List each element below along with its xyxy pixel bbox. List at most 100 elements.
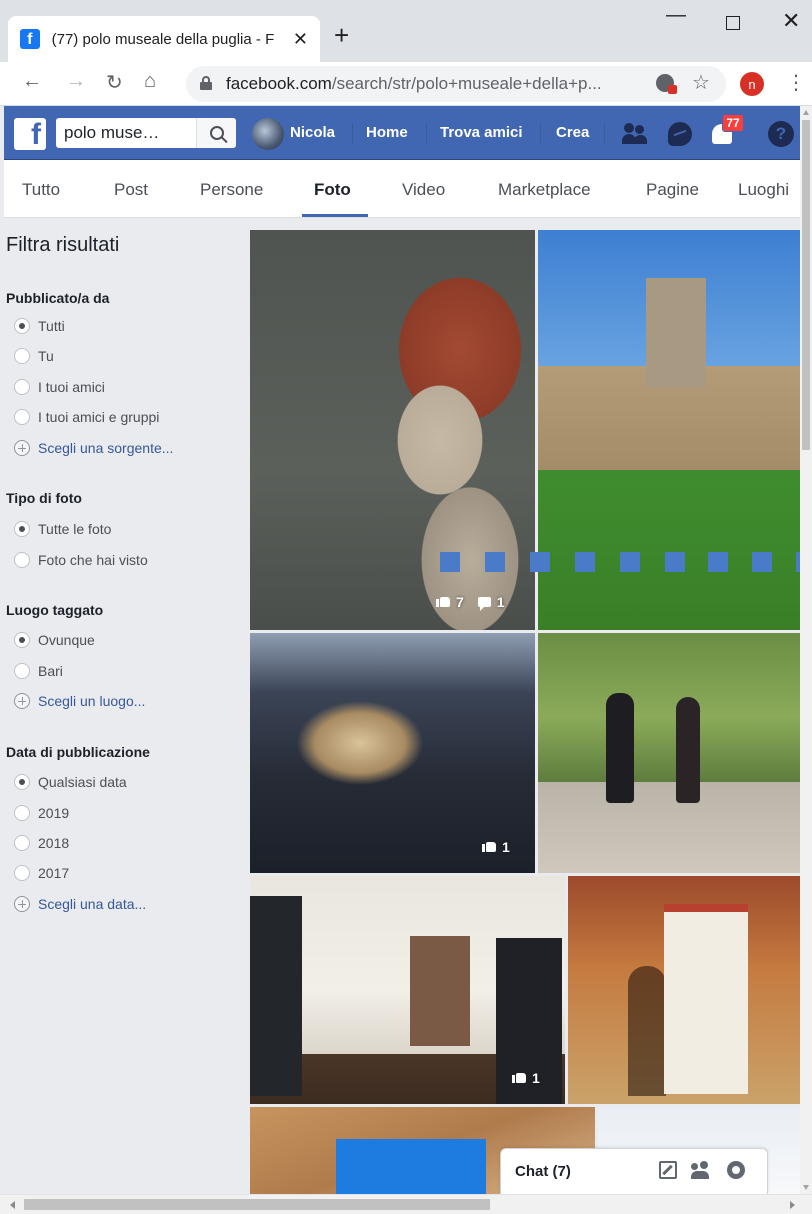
tab-persone[interactable]: Persone bbox=[200, 180, 263, 200]
filter-option-friends[interactable]: I tuoi amici bbox=[14, 379, 105, 395]
home-link[interactable]: Home bbox=[366, 124, 408, 141]
cyclist-shape bbox=[676, 697, 700, 803]
loader-dot bbox=[620, 552, 640, 572]
close-window-icon[interactable]: ✕ bbox=[782, 8, 800, 34]
photo-castle-dusk[interactable]: 1 bbox=[250, 633, 535, 873]
find-friends-link[interactable]: Trova amici bbox=[440, 124, 523, 141]
choose-source-link[interactable]: Scegli una sorgente... bbox=[14, 440, 173, 456]
new-group-icon[interactable] bbox=[691, 1161, 709, 1179]
back-arrow-icon[interactable]: ← bbox=[22, 70, 42, 93]
chat-bar[interactable]: Chat (7) bbox=[500, 1148, 768, 1194]
photo-shrine-vases[interactable] bbox=[568, 876, 800, 1104]
browser-tab[interactable]: f (77) polo museale della puglia - F ✕ bbox=[8, 16, 320, 62]
tab-marketplace[interactable]: Marketplace bbox=[498, 180, 591, 200]
home-icon[interactable]: ⌂ bbox=[144, 70, 156, 93]
likes-count: 1 bbox=[502, 839, 510, 855]
photo-comments: 1 bbox=[477, 594, 505, 611]
loader-dot bbox=[665, 552, 685, 572]
tab-video[interactable]: Video bbox=[402, 180, 445, 200]
filter-option-bari[interactable]: Bari bbox=[14, 663, 63, 679]
create-link[interactable]: Crea bbox=[556, 124, 589, 141]
tab-luoghi[interactable]: Luoghi bbox=[738, 180, 789, 200]
filter-option-all-photos[interactable]: Tutte le foto bbox=[14, 521, 111, 537]
filter-option-you[interactable]: Tu bbox=[14, 348, 54, 364]
filter-option-friends-groups[interactable]: I tuoi amici e gruppi bbox=[14, 409, 159, 425]
filter-option-all[interactable]: Tutti bbox=[14, 318, 65, 334]
compose-message-icon[interactable] bbox=[659, 1161, 677, 1179]
profile-avatar[interactable]: n bbox=[740, 72, 764, 96]
profile-link[interactable]: Nicola bbox=[290, 124, 335, 141]
filter-option-seen-photos[interactable]: Foto che hai visto bbox=[14, 552, 148, 568]
forward-arrow-icon[interactable]: → bbox=[66, 70, 86, 93]
search-result-tabs: Tutto Post Persone Foto Video Marketplac… bbox=[4, 160, 800, 218]
chat-label[interactable]: Chat (7) bbox=[515, 1163, 571, 1180]
loader-dot bbox=[440, 552, 460, 572]
link-label: Scegli una sorgente... bbox=[38, 440, 174, 456]
maximize-icon[interactable] bbox=[726, 16, 740, 30]
lock-icon[interactable] bbox=[200, 76, 212, 90]
url-text[interactable]: facebook.com/search/str/polo+museale+del… bbox=[226, 74, 646, 94]
likes-count: 7 bbox=[456, 594, 464, 610]
nav-separator bbox=[604, 123, 605, 145]
vertical-scrollbar[interactable] bbox=[800, 106, 812, 1194]
photo-stats: 1 bbox=[482, 839, 510, 855]
choose-date-link[interactable]: Scegli una data... bbox=[14, 896, 146, 912]
messenger-icon[interactable] bbox=[668, 122, 692, 146]
radio-icon bbox=[14, 835, 30, 851]
horizontal-scroll-thumb[interactable] bbox=[24, 1199, 490, 1210]
notifications-badge[interactable]: 77 bbox=[722, 114, 744, 132]
scroll-right-arrow-icon[interactable] bbox=[790, 1201, 795, 1209]
tab-pagine[interactable]: Pagine bbox=[646, 180, 699, 200]
photo-likes: 1 bbox=[512, 1070, 540, 1086]
new-tab-button[interactable]: + bbox=[334, 22, 349, 48]
search-box bbox=[56, 118, 236, 148]
tab-post[interactable]: Post bbox=[114, 180, 148, 200]
vertical-scroll-thumb[interactable] bbox=[802, 120, 810, 450]
photo-museum-hall[interactable]: 1 bbox=[250, 876, 565, 1104]
filter-heading-tagged-location: Luogo taggato bbox=[6, 602, 104, 618]
choose-location-link[interactable]: Scegli un luogo... bbox=[14, 693, 145, 709]
loading-indicator bbox=[440, 552, 812, 572]
option-label: 2019 bbox=[38, 805, 70, 821]
facebook-header: f Nicola Home Trova amici Crea 77 ? bbox=[4, 106, 812, 160]
filter-option-2017[interactable]: 2017 bbox=[14, 865, 69, 881]
radio-icon bbox=[14, 865, 30, 881]
search-button[interactable] bbox=[196, 118, 236, 148]
photo-cyclists[interactable] bbox=[538, 633, 800, 873]
scroll-left-arrow-icon[interactable] bbox=[10, 1201, 15, 1209]
browser-menu-icon[interactable]: ⋮ bbox=[786, 70, 806, 95]
scroll-down-arrow-icon[interactable] bbox=[803, 1185, 809, 1190]
minimize-icon[interactable]: — bbox=[666, 4, 686, 27]
plus-circle-icon bbox=[14, 896, 30, 912]
filter-option-anywhere[interactable]: Ovunque bbox=[14, 632, 95, 648]
address-bar[interactable]: facebook.com/search/str/polo+museale+del… bbox=[186, 66, 726, 102]
filter-option-2019[interactable]: 2019 bbox=[14, 805, 69, 821]
radio-icon bbox=[14, 379, 30, 395]
reload-icon[interactable]: ↻ bbox=[106, 70, 123, 95]
display-case-shape bbox=[250, 896, 302, 1096]
horizontal-scrollbar[interactable] bbox=[0, 1194, 812, 1214]
tab-foto[interactable]: Foto bbox=[314, 180, 351, 200]
extension-icon[interactable] bbox=[656, 74, 677, 94]
comment-icon bbox=[477, 597, 491, 611]
tab-tutto[interactable]: Tutto bbox=[22, 180, 60, 200]
close-tab-icon[interactable]: ✕ bbox=[293, 29, 308, 50]
option-label: 2018 bbox=[38, 835, 70, 851]
user-avatar[interactable] bbox=[252, 118, 284, 150]
filters-sidebar: Filtra risultati Pubblicato/a da Tutti T… bbox=[4, 218, 244, 1193]
radio-icon bbox=[14, 409, 30, 425]
filter-option-any-date[interactable]: Qualsiasi data bbox=[14, 774, 127, 790]
bookmark-star-icon[interactable]: ☆ bbox=[692, 70, 710, 95]
scroll-up-arrow-icon[interactable] bbox=[803, 110, 809, 115]
option-label: Ovunque bbox=[38, 632, 95, 648]
facebook-logo[interactable]: f bbox=[14, 118, 46, 150]
help-icon[interactable]: ? bbox=[768, 121, 794, 147]
gear-icon[interactable] bbox=[727, 1161, 745, 1179]
radio-icon bbox=[14, 805, 30, 821]
friend-requests-icon[interactable] bbox=[622, 123, 650, 145]
search-input[interactable] bbox=[56, 118, 196, 148]
filter-option-2018[interactable]: 2018 bbox=[14, 835, 69, 851]
link-label: Scegli un luogo... bbox=[38, 693, 146, 709]
nav-separator bbox=[352, 123, 353, 145]
pool-shape bbox=[336, 1139, 486, 1194]
